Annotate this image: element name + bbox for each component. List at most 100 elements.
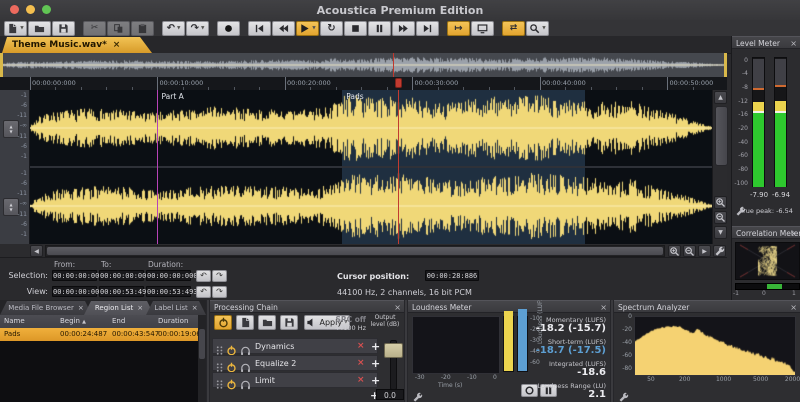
table-row[interactable]: Pads00:00:24:48700:00:43:54700:00:19:060 [0, 328, 198, 341]
play-button[interactable]: ▼ [296, 21, 319, 36]
browser-panel: Media File Browser×Region List×Label Lis… [0, 300, 206, 402]
new-file-button[interactable]: ▼ [4, 21, 27, 36]
view-redo-button[interactable]: ↷ [212, 286, 227, 298]
record-button[interactable] [217, 21, 240, 36]
output-fader-handle[interactable] [384, 343, 403, 358]
drag-handle-icon[interactable] [215, 375, 226, 394]
selection-field-1[interactable]: 00:00:00:000 [99, 270, 144, 281]
channel-1-waveform[interactable] [30, 90, 712, 166]
loop-playback-button[interactable]: ↻ [320, 21, 343, 36]
vertical-zoom-out-button[interactable] [714, 211, 727, 224]
chain-item-equalize-2[interactable]: Equalize 2×+ [212, 355, 378, 371]
horizontal-zoom-out-button[interactable] [683, 245, 696, 257]
redo-button[interactable]: ↷▼ [186, 21, 209, 36]
fast-forward-button[interactable] [392, 21, 415, 36]
chain-save-button[interactable] [280, 315, 298, 330]
scroll-right-button[interactable]: ▶ [698, 245, 711, 257]
stop-button[interactable] [344, 21, 367, 36]
document-tab[interactable]: Theme Music.wav* × [2, 37, 152, 53]
correlation-meter-close-icon[interactable]: × [790, 227, 797, 240]
overview-end-marker[interactable] [724, 53, 727, 77]
marker-line-part-a[interactable] [157, 90, 158, 244]
scroll-up-button[interactable]: ▲ [714, 91, 727, 104]
column-header-end[interactable]: End [112, 315, 125, 328]
processing-chain-close-icon[interactable]: × [394, 301, 401, 314]
region-table-header[interactable]: Name Begin ▲ End Duration [0, 315, 198, 329]
scroll-down-button[interactable]: ▼ [714, 226, 727, 239]
selection-redo-button[interactable]: ↷ [212, 270, 227, 282]
effect-power-icon[interactable] [226, 375, 237, 394]
column-header-duration[interactable]: Duration [158, 315, 188, 328]
pause-button[interactable] [368, 21, 391, 36]
view-undo-button[interactable]: ↶ [196, 286, 211, 298]
zoom-tool-button[interactable]: ▼ [526, 21, 549, 36]
view-field-0[interactable]: 00:00:00:000 [52, 286, 97, 297]
cut-button[interactable]: ✂ [83, 21, 106, 36]
loudness-settings-wrench-icon[interactable] [412, 388, 423, 399]
tab-close-icon[interactable]: × [137, 304, 143, 312]
view-field-2[interactable]: 00:00:53:493 [146, 286, 191, 297]
region-table-scroll-thumb[interactable] [199, 329, 205, 359]
headphones-icon[interactable] [240, 375, 251, 394]
selection-undo-button[interactable]: ↶ [196, 270, 211, 282]
waveform-area[interactable]: Part A Pads [30, 90, 712, 244]
column-header-name[interactable]: Name [4, 315, 25, 328]
copy-button[interactable] [107, 21, 130, 36]
overview-start-marker[interactable] [0, 53, 3, 77]
loop-selection-button[interactable]: ⇄ [502, 21, 525, 36]
loudness-meter-close-icon[interactable]: × [600, 301, 607, 314]
vertical-scroll-thumb[interactable] [715, 106, 728, 166]
tab-close-icon[interactable]: × [78, 304, 84, 312]
remove-effect-icon[interactable]: × [357, 356, 365, 371]
spectrum-analyzer-close-icon[interactable]: × [790, 301, 797, 314]
chain-power-button[interactable] [214, 315, 232, 330]
browser-tab-label-list[interactable]: Label List× [146, 301, 206, 315]
save-file-button[interactable] [52, 21, 75, 36]
tab-close-icon[interactable]: × [192, 304, 198, 312]
open-file-button[interactable] [28, 21, 51, 36]
horizontal-scrollbar[interactable]: ◀ ▶ [0, 244, 727, 258]
region-table-scrollbar[interactable] [198, 315, 206, 402]
chain-open-button[interactable] [258, 315, 276, 330]
scroll-left-button[interactable]: ◀ [30, 245, 43, 257]
selection-field-2[interactable]: 00:00:00:000 [146, 270, 191, 281]
paste-button[interactable] [131, 21, 154, 36]
column-header-begin[interactable]: Begin ▲ [60, 315, 86, 329]
channel-divider[interactable] [30, 166, 712, 168]
rewind-button[interactable] [272, 21, 295, 36]
spectrum-settings-wrench-icon[interactable] [618, 388, 629, 399]
editor-settings-wrench-icon[interactable] [713, 245, 726, 257]
cursor-position-field[interactable]: 00:00:28:886 [425, 270, 479, 281]
monitor-button[interactable] [471, 21, 494, 36]
overview-waveform[interactable] [0, 53, 727, 78]
add-effect-icon[interactable]: + [371, 373, 380, 388]
playback-cursor-pin[interactable] [395, 78, 402, 88]
view-field-1[interactable]: 00:00:53:493 [99, 286, 144, 297]
go-to-end-button[interactable] [416, 21, 439, 36]
true-peak-readout: True peak: -6.54 [732, 207, 800, 215]
selection-field-0[interactable]: 00:00:00:000 [52, 270, 97, 281]
timeline-ruler[interactable]: 00:00:00:00000:00:10:00000:00:20:00000:0… [0, 77, 727, 91]
remove-effect-icon[interactable]: × [357, 339, 365, 354]
remove-effect-icon[interactable]: × [357, 373, 365, 388]
level-meter-value-ch1: -7.90 [748, 191, 770, 199]
follow-playhead-button[interactable]: ↦ [447, 21, 470, 36]
vertical-zoom-in-button[interactable] [714, 196, 727, 209]
chain-item-limit[interactable]: Limit×+ [212, 372, 378, 388]
horizontal-scroll-thumb[interactable] [47, 247, 663, 255]
output-level-value[interactable]: 0.0 [376, 389, 404, 400]
browser-tab-media-file-browser[interactable]: Media File Browser× [0, 301, 92, 315]
horizontal-scroll-track[interactable] [45, 245, 665, 257]
level-meter-close-icon[interactable]: × [790, 37, 797, 50]
undo-button[interactable]: ↶▼ [162, 21, 185, 36]
document-tab-close-icon[interactable]: × [113, 40, 121, 50]
add-effect-icon[interactable]: + [371, 356, 380, 371]
browser-tab-region-list[interactable]: Region List× [84, 301, 154, 315]
chain-new-button[interactable] [236, 315, 254, 330]
channel-2-waveform[interactable] [30, 168, 712, 244]
go-to-start-button[interactable] [248, 21, 271, 36]
vertical-scrollbar[interactable]: ▲ ▼ [712, 90, 727, 244]
add-effect-icon[interactable]: + [371, 339, 380, 354]
horizontal-zoom-in-button[interactable] [668, 245, 681, 257]
chain-item-dynamics[interactable]: Dynamics×+ [212, 338, 378, 354]
